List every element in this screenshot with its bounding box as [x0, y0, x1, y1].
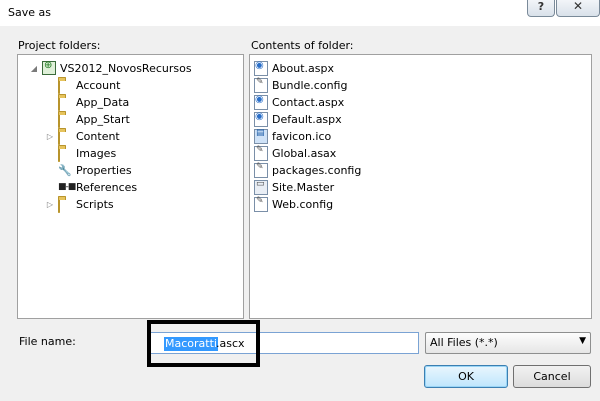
tree-item-label: Content	[76, 129, 120, 143]
tree-item-label: References	[76, 180, 138, 194]
project-folders-tree[interactable]: ◢ VS2012_NovosRecursos Account App_Data …	[17, 54, 244, 319]
cancel-button[interactable]: Cancel	[513, 365, 591, 388]
file-label: Site.Master	[272, 180, 335, 194]
file-item-web-config[interactable]: Web.config	[254, 196, 333, 212]
help-button[interactable]: ?	[527, 0, 555, 17]
file-name-label: File name:	[19, 335, 76, 348]
dialog-body: Project folders: Contents of folder: ◢ V…	[0, 26, 600, 401]
tree-item-label: App_Data	[76, 95, 130, 109]
file-item-packages-config[interactable]: packages.config	[254, 162, 361, 178]
file-item-contact[interactable]: Contact.aspx	[254, 94, 344, 110]
tree-item-label: Properties	[76, 163, 132, 177]
tree-root-project[interactable]: ◢ VS2012_NovosRecursos	[30, 60, 192, 76]
folder-icon	[58, 112, 72, 128]
file-label: packages.config	[272, 163, 362, 177]
tree-item-label: Images	[76, 146, 117, 160]
project-folders-label: Project folders:	[18, 39, 101, 52]
contents-label: Contents of folder:	[251, 39, 354, 52]
tree-item-properties[interactable]: 🔧 Properties	[46, 162, 132, 178]
file-label: Bundle.config	[272, 78, 348, 92]
folder-icon	[58, 129, 72, 145]
file-item-about[interactable]: About.aspx	[254, 60, 334, 76]
file-label: Web.config	[272, 197, 334, 211]
project-icon	[42, 60, 56, 75]
close-button[interactable]: ✕	[556, 0, 600, 17]
file-label: About.aspx	[272, 61, 334, 75]
config-file-icon	[254, 77, 268, 93]
tree-root-label: VS2012_NovosRecursos	[60, 61, 192, 75]
collapse-arrow-icon[interactable]: ◢	[30, 64, 38, 73]
tree-item-app-data[interactable]: App_Data	[46, 94, 130, 111]
tree-item-app-start[interactable]: App_Start	[46, 111, 130, 128]
file-item-favicon[interactable]: favicon.ico	[254, 128, 331, 144]
file-item-site-master[interactable]: Site.Master	[254, 179, 334, 195]
tree-item-images[interactable]: Images	[46, 145, 117, 162]
file-label: Default.aspx	[272, 112, 342, 126]
web-form-icon	[254, 111, 268, 127]
expand-arrow-icon[interactable]: ▷	[46, 132, 54, 141]
window-title: Save as	[8, 6, 51, 19]
ok-button[interactable]: OK	[424, 365, 508, 388]
folder-icon	[58, 197, 72, 213]
tree-item-label: Account	[76, 78, 121, 92]
dropdown-arrow-icon: ▼	[579, 336, 586, 346]
file-type-dropdown[interactable]: All Files (*.*) ▼	[425, 332, 591, 354]
references-icon: ■-■	[58, 182, 76, 192]
file-item-default[interactable]: Default.aspx	[254, 111, 342, 127]
annotation-highlight-box	[147, 320, 260, 367]
tree-item-account[interactable]: Account	[46, 77, 121, 94]
expand-arrow-icon[interactable]: ▷	[46, 200, 54, 209]
folder-contents-list[interactable]: About.aspx Bundle.config Contact.aspx De…	[249, 54, 592, 319]
web-form-icon	[254, 94, 268, 110]
tree-item-label: App_Start	[76, 112, 130, 126]
tree-item-content[interactable]: ▷ Content	[46, 128, 120, 145]
wrench-icon: 🔧	[58, 163, 72, 177]
config-file-icon	[254, 196, 268, 212]
file-item-global-asax[interactable]: Global.asax	[254, 145, 336, 161]
folder-icon	[58, 95, 72, 111]
folder-icon	[58, 146, 72, 162]
file-item-bundle-config[interactable]: Bundle.config	[254, 77, 347, 93]
config-file-icon	[254, 162, 268, 178]
tree-item-label: Scripts	[76, 197, 114, 211]
file-type-value: All Files (*.*)	[430, 336, 498, 349]
file-label: Global.asax	[272, 146, 337, 160]
file-label: favicon.ico	[272, 129, 332, 143]
tree-item-references[interactable]: ■-■ References	[46, 179, 137, 195]
config-file-icon	[254, 145, 268, 161]
file-label: Contact.aspx	[272, 95, 345, 109]
title-bar: Save as ? ✕	[0, 0, 600, 26]
icon-file-icon	[254, 128, 268, 144]
master-page-icon	[254, 179, 268, 195]
save-as-dialog: Save as ? ✕ Project folders: Contents of…	[0, 0, 600, 401]
folder-icon	[58, 78, 72, 94]
web-form-icon	[254, 60, 268, 76]
tree-item-scripts[interactable]: ▷ Scripts	[46, 196, 114, 213]
